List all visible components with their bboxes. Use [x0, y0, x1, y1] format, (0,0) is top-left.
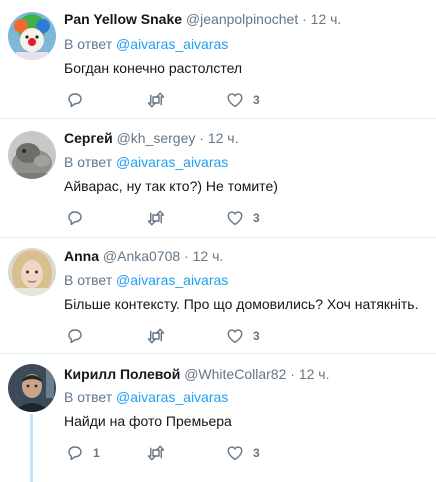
- separator-dot: ·: [302, 11, 307, 27]
- reply-prefix: В ответ: [64, 389, 113, 405]
- retweet-icon: [147, 328, 165, 344]
- tweet-text: Найди на фото Премьера: [64, 413, 232, 429]
- tweet[interactable]: Сергей @kh_sergey · 12 ч. В ответ @aivar…: [0, 119, 436, 238]
- display-name[interactable]: Сергей: [64, 130, 113, 146]
- heart-icon: [227, 329, 243, 344]
- tweet[interactable]: Кирилл Полевой @WhiteCollar82 · 12 ч. В …: [0, 354, 436, 482]
- like-count: 3: [253, 329, 260, 343]
- reply-button[interactable]: [66, 326, 93, 346]
- reply-button[interactable]: 1: [66, 443, 100, 463]
- like-count: 3: [253, 446, 260, 460]
- timestamp[interactable]: 12 ч.: [299, 366, 330, 382]
- tweet-actions: 3: [64, 90, 304, 110]
- avatar[interactable]: [8, 131, 56, 179]
- heart-icon: [227, 211, 243, 226]
- separator-dot: ·: [184, 248, 189, 264]
- reply-to-link[interactable]: @aivaras_aivaras: [116, 36, 228, 52]
- retweet-icon: [147, 210, 165, 226]
- like-count: 3: [253, 93, 260, 107]
- reply-context: В ответ @aivaras_aivaras: [64, 271, 228, 289]
- tweet-header: Anna @Anka0708 · 12 ч.: [64, 247, 223, 265]
- user-handle[interactable]: @WhiteCollar82: [184, 366, 286, 382]
- reply-to-link[interactable]: @aivaras_aivaras: [116, 389, 228, 405]
- tweet-header: Pan Yellow Snake @jeanpolpinochet · 12 ч…: [64, 10, 341, 28]
- thread-line: [30, 414, 33, 482]
- timestamp[interactable]: 12 ч.: [208, 130, 239, 146]
- retweet-button[interactable]: [146, 208, 175, 228]
- reply-icon: [68, 329, 82, 344]
- tweet-text: Айварас, ну так кто?) Не томите): [64, 178, 278, 194]
- like-button[interactable]: 3: [226, 443, 260, 463]
- user-handle[interactable]: @jeanpolpinochet: [186, 11, 298, 27]
- avatar[interactable]: [8, 248, 56, 296]
- reply-button[interactable]: [66, 208, 93, 228]
- tweet-actions: 3: [64, 208, 304, 228]
- reply-to-link[interactable]: @aivaras_aivaras: [116, 272, 228, 288]
- retweet-icon: [147, 445, 165, 461]
- timestamp[interactable]: 12 ч.: [193, 248, 224, 264]
- tweet-text: Богдан конечно растолстел: [64, 60, 243, 76]
- reply-prefix: В ответ: [64, 272, 113, 288]
- retweet-icon: [147, 92, 165, 108]
- separator-dot: ·: [199, 130, 204, 146]
- reply-prefix: В ответ: [64, 36, 113, 52]
- reply-icon: [68, 93, 82, 108]
- like-button[interactable]: 3: [226, 326, 260, 346]
- like-button[interactable]: 3: [226, 208, 260, 228]
- reply-context: В ответ @aivaras_aivaras: [64, 35, 228, 53]
- tweet-actions: 1 3: [64, 443, 304, 463]
- reply-icon: [68, 446, 82, 461]
- tweet-header: Сергей @kh_sergey · 12 ч.: [64, 129, 238, 147]
- display-name[interactable]: Pan Yellow Snake: [64, 11, 182, 27]
- reply-icon: [68, 211, 82, 226]
- separator-dot: ·: [290, 366, 295, 382]
- avatar[interactable]: [8, 12, 56, 60]
- timestamp[interactable]: 12 ч.: [311, 11, 342, 27]
- tweet-actions: 3: [64, 326, 304, 346]
- heart-icon: [227, 93, 243, 108]
- reply-count: 1: [93, 446, 100, 460]
- tweet[interactable]: Anna @Anka0708 · 12 ч. В ответ @aivaras_…: [0, 238, 436, 354]
- avatar[interactable]: [8, 364, 56, 412]
- reply-context: В ответ @aivaras_aivaras: [64, 153, 228, 171]
- like-count: 3: [253, 211, 260, 225]
- display-name[interactable]: Кирилл Полевой: [64, 366, 180, 382]
- display-name[interactable]: Anna: [64, 248, 99, 264]
- retweet-button[interactable]: [146, 326, 175, 346]
- reply-button[interactable]: [66, 90, 93, 110]
- reply-prefix: В ответ: [64, 154, 113, 170]
- reply-context: В ответ @aivaras_aivaras: [64, 388, 228, 406]
- user-handle[interactable]: @kh_sergey: [117, 130, 196, 146]
- tweet-text: Більше контексту. Про що домовились? Хоч…: [64, 296, 419, 312]
- retweet-button[interactable]: [146, 443, 175, 463]
- tweet[interactable]: Pan Yellow Snake @jeanpolpinochet · 12 ч…: [0, 0, 436, 119]
- tweet-header: Кирилл Полевой @WhiteCollar82 · 12 ч.: [64, 365, 329, 383]
- heart-icon: [227, 446, 243, 461]
- like-button[interactable]: 3: [226, 90, 260, 110]
- retweet-button[interactable]: [146, 90, 175, 110]
- user-handle[interactable]: @Anka0708: [103, 248, 180, 264]
- reply-to-link[interactable]: @aivaras_aivaras: [116, 154, 228, 170]
